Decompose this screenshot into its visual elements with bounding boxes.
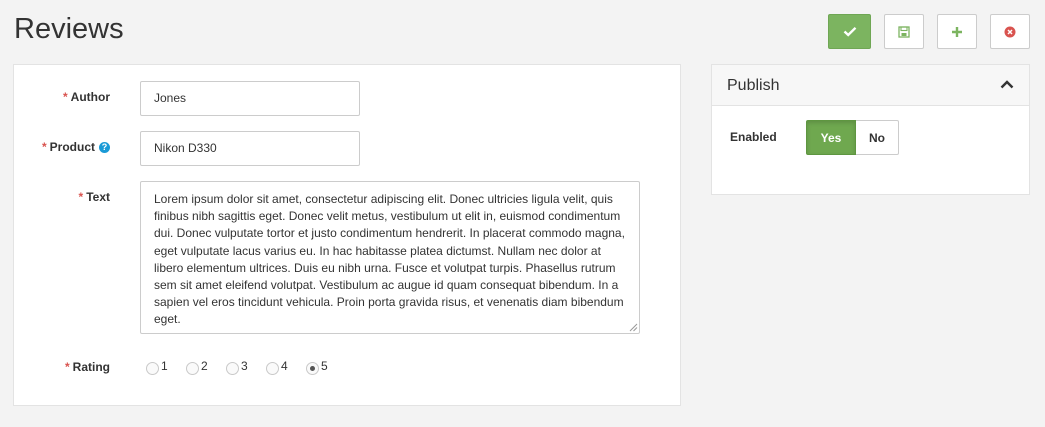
resize-grip-icon[interactable] — [629, 323, 638, 332]
rating-option-5[interactable]: 5 — [306, 359, 346, 375]
cancel-button[interactable] — [990, 14, 1030, 49]
floppy-disk-icon — [898, 25, 910, 38]
rating-radio[interactable] — [186, 362, 199, 375]
save-button[interactable] — [884, 14, 924, 49]
save-close-button[interactable] — [828, 14, 871, 49]
rating-radio-group: 1 2 3 4 5 — [146, 359, 346, 375]
rating-radio[interactable] — [266, 362, 279, 375]
close-circle-icon — [1004, 26, 1016, 37]
enabled-yes-button[interactable]: Yes — [806, 120, 856, 155]
rating-option-3[interactable]: 3 — [226, 359, 266, 375]
rating-option-label: 3 — [241, 359, 248, 373]
rating-option-4[interactable]: 4 — [266, 359, 306, 375]
publish-panel-header[interactable]: Publish — [712, 65, 1029, 106]
page-title: Reviews — [14, 13, 124, 45]
rating-option-label: 1 — [161, 359, 168, 373]
publish-panel: Publish Enabled Yes No — [711, 64, 1030, 195]
chevron-up-icon[interactable] — [1000, 80, 1014, 89]
enabled-toggle: Yes No — [806, 120, 899, 155]
required-marker: * — [78, 190, 84, 204]
required-marker: * — [63, 90, 68, 104]
publish-title: Publish — [727, 77, 780, 94]
review-text: Lorem ipsum dolor sit amet, consectetur … — [154, 192, 625, 327]
author-label: * Author — [63, 90, 110, 104]
review-form-panel: * Author Jones * Product? Nikon D330 * Text… — [13, 64, 681, 406]
review-text-area[interactable]: Lorem ipsum dolor sit amet, consectetur … — [140, 181, 640, 334]
plus-icon — [952, 26, 962, 37]
rating-option-1[interactable]: 1 — [146, 359, 186, 375]
question-circle-icon[interactable]: ? — [99, 142, 110, 153]
rating-label: * Rating — [64, 360, 110, 374]
rating-radio[interactable] — [306, 362, 319, 375]
product-input[interactable]: Nikon D330 — [140, 131, 360, 166]
rating-option-2[interactable]: 2 — [186, 359, 226, 375]
enabled-label: Enabled — [730, 130, 777, 144]
rating-option-label: 5 — [321, 359, 328, 373]
check-icon — [843, 26, 856, 37]
required-marker: * — [64, 360, 70, 374]
required-marker: * — [41, 140, 47, 154]
author-input[interactable]: Jones — [140, 81, 360, 116]
rating-option-label: 2 — [201, 359, 208, 373]
enabled-no-button[interactable]: No — [856, 120, 899, 155]
rating-radio[interactable] — [226, 362, 239, 375]
toolbar — [828, 14, 1030, 49]
product-label: * Product? — [42, 140, 110, 154]
text-label: * Text — [78, 190, 110, 204]
new-button[interactable] — [937, 14, 977, 49]
rating-radio[interactable] — [146, 362, 159, 375]
rating-option-label: 4 — [281, 359, 288, 373]
